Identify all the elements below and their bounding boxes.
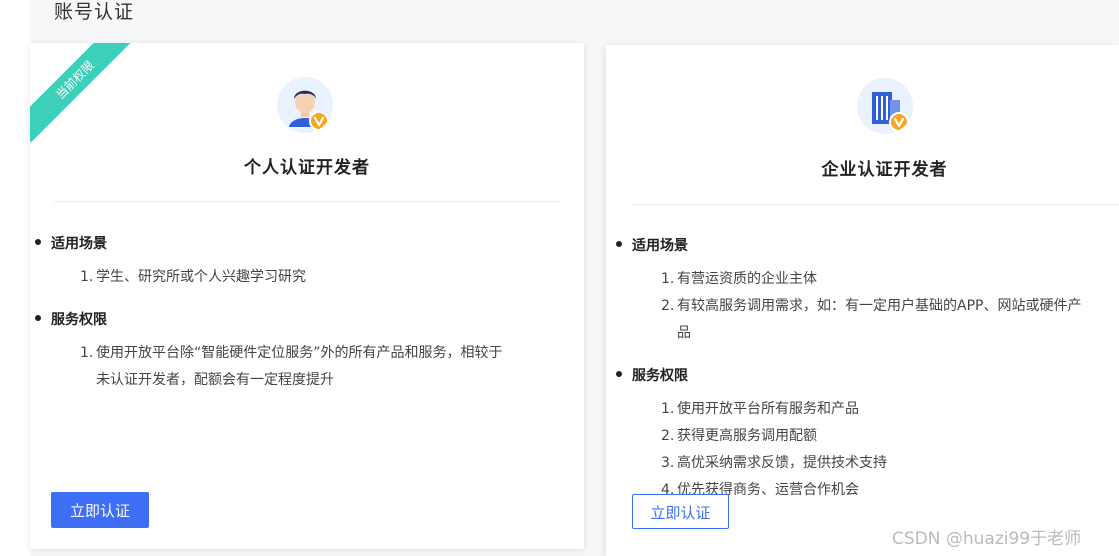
enterprise-rights-heading: 服务权限 bbox=[616, 365, 688, 385]
watermark: CSDN @huazi99于老师 bbox=[892, 529, 1082, 549]
ribbon-label: 当前权限 bbox=[30, 43, 138, 143]
enterprise-scenario-heading: 适用场景 bbox=[616, 235, 688, 255]
personal-scenario-item: 1. 学生、研究所或个人兴趣学习研究 bbox=[80, 269, 306, 285]
enterprise-scenario-item: 1. 有营运资质的企业主体 bbox=[661, 271, 817, 287]
personal-rights-item: 1. 使用开放平台除“智能硬件定位服务”外的所有产品和服务，相较于 bbox=[80, 345, 503, 361]
personal-rights-item-continued: 未认证开发者，配额会有一定程度提升 bbox=[96, 372, 334, 388]
personal-divider bbox=[54, 201, 559, 202]
account-verification-page: 账号认证 当前权限 个人认证开发者 适用场景 1. 学生、研究所或个人兴趣学习研究… bbox=[0, 0, 1119, 556]
enterprise-rights-item: 3. 高优采纳需求反馈，提供技术支持 bbox=[661, 455, 887, 471]
bullet-dot bbox=[35, 239, 41, 245]
developer-person-icon bbox=[277, 77, 333, 133]
enterprise-rights-item: 2. 获得更高服务调用配额 bbox=[661, 428, 817, 444]
personal-developer-card: 当前权限 个人认证开发者 bbox=[30, 43, 584, 549]
current-permission-ribbon: 当前权限 bbox=[30, 43, 140, 153]
page-title: 账号认证 bbox=[54, 1, 135, 23]
personal-verify-button[interactable]: 立即认证 bbox=[51, 492, 149, 528]
enterprise-divider bbox=[632, 204, 1119, 205]
bullet-dot bbox=[616, 371, 622, 377]
bullet-dot bbox=[616, 241, 622, 247]
personal-rights-heading: 服务权限 bbox=[35, 309, 107, 329]
personal-scenario-heading: 适用场景 bbox=[35, 233, 107, 253]
bullet-dot bbox=[35, 315, 41, 321]
personal-card-title: 个人认证开发者 bbox=[244, 158, 370, 178]
enterprise-verify-button[interactable]: 立即认证 bbox=[632, 494, 729, 529]
enterprise-card-title: 企业认证开发者 bbox=[821, 160, 948, 180]
enterprise-scenario-item-continued: 品 bbox=[677, 325, 691, 341]
enterprise-building-icon bbox=[857, 78, 913, 134]
header-band bbox=[30, 0, 1119, 43]
enterprise-rights-item: 1. 使用开放平台所有服务和产品 bbox=[661, 401, 859, 417]
enterprise-scenario-item: 2. 有较高服务调用需求，如：有一定用户基础的APP、网站或硬件产 bbox=[661, 298, 1082, 314]
